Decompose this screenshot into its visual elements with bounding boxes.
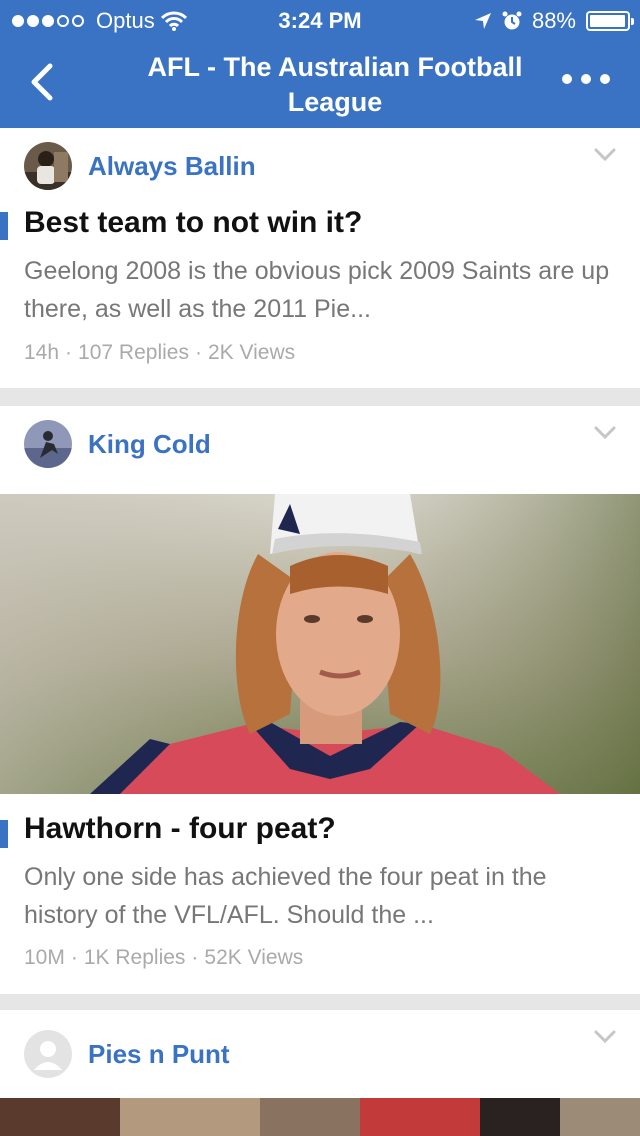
- unread-indicator: [0, 820, 8, 848]
- post-age: 14h: [24, 341, 60, 364]
- avatar: [24, 142, 72, 190]
- view-count: 2K Views: [207, 341, 296, 364]
- chevron-down-icon[interactable]: [594, 426, 616, 440]
- avatar: [24, 1030, 72, 1078]
- post-title[interactable]: Best team to not win it?: [24, 206, 362, 240]
- nav-bar: AFL - The Australian Football League: [0, 40, 640, 128]
- battery-percent: 88%: [531, 8, 576, 33]
- location-arrow-icon: [474, 13, 491, 29]
- post-author[interactable]: Always Ballin: [24, 142, 256, 190]
- post-excerpt: Geelong 2008 is the obvious pick 2009 Sa…: [24, 257, 610, 323]
- author-name[interactable]: Always Ballin: [88, 151, 256, 182]
- post-meta: 14h · 107 Replies · 2K Views: [24, 341, 296, 364]
- chevron-down-icon[interactable]: [594, 148, 616, 162]
- author-name[interactable]: Pies n Punt: [88, 1039, 230, 1070]
- post-excerpt: Only one side has achieved the four peat…: [24, 863, 547, 929]
- avatar: [24, 420, 72, 468]
- page-title: AFL - The Australian Football League: [147, 52, 523, 117]
- post-author[interactable]: King Cold: [24, 420, 211, 468]
- battery-icon: [586, 11, 634, 31]
- chevron-down-icon[interactable]: [594, 1030, 616, 1044]
- author-name[interactable]: King Cold: [88, 429, 211, 460]
- unread-indicator: [0, 212, 8, 240]
- post-image[interactable]: [0, 494, 640, 794]
- post-meta: 10M · 1K Replies · 52K Views: [24, 946, 304, 969]
- more-options-icon[interactable]: [562, 74, 610, 84]
- reply-count: 107 Replies: [78, 341, 189, 364]
- post-image[interactable]: [0, 1098, 640, 1136]
- reply-count: 1K Replies: [83, 946, 186, 969]
- post-author[interactable]: Pies n Punt: [24, 1030, 230, 1078]
- status-bar: Optus 3:24 PM 88%: [0, 0, 640, 40]
- post-title[interactable]: Hawthorn - four peat?: [24, 812, 336, 846]
- post-card[interactable]: Pies n Punt: [0, 1010, 640, 1136]
- post-card[interactable]: Always Ballin Best team to not win it? G…: [0, 128, 640, 388]
- view-count: 52K Views: [204, 946, 304, 969]
- app-header: Optus 3:24 PM 88% AFL - The Australian F…: [0, 0, 640, 128]
- post-age: 10M: [24, 946, 65, 969]
- post-card[interactable]: King Cold Hawthorn - four peat? Only one…: [0, 406, 640, 994]
- back-chevron-icon[interactable]: [26, 62, 56, 102]
- alarm-icon: [502, 11, 522, 30]
